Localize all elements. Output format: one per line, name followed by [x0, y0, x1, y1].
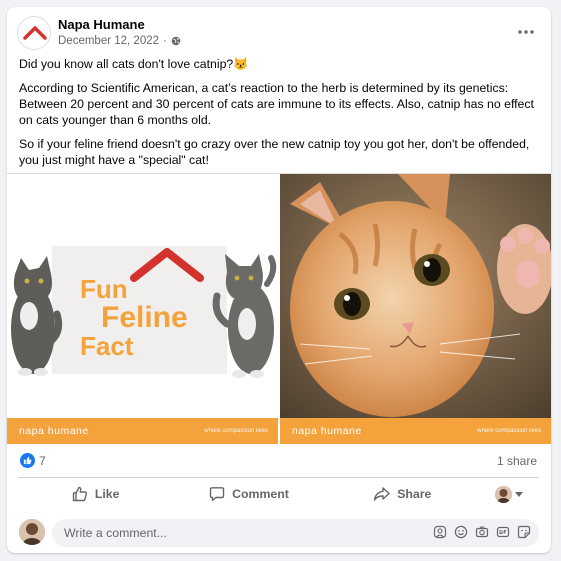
share-button[interactable]: Share: [326, 479, 479, 509]
post-text: Did you know all cats don't love catnip?…: [19, 56, 539, 176]
brand-tagline: where compassion lives: [477, 428, 541, 434]
comment-button[interactable]: Comment: [172, 479, 325, 509]
thumbs-up-outline-icon: [72, 486, 87, 502]
globe-icon[interactable]: [171, 36, 181, 46]
comment-label: Comment: [232, 487, 289, 501]
like-button[interactable]: Like: [19, 479, 172, 509]
share-count[interactable]: 1 share: [497, 454, 537, 468]
avatar-sticker-icon[interactable]: [433, 525, 447, 539]
fun-text: Fun: [80, 274, 128, 304]
post-date[interactable]: December 12, 2022: [58, 35, 159, 47]
post-paragraph: According to Scientific American, a cat’…: [19, 81, 534, 127]
comment-bubble-icon: [209, 487, 225, 501]
post-header: Napa Humane December 12, 2022 ·: [7, 7, 551, 59]
audience-selector[interactable]: [479, 479, 539, 509]
gif-icon[interactable]: [496, 525, 510, 539]
brand-name: napa humane: [292, 425, 362, 437]
feline-text: Feline: [101, 301, 188, 334]
sticker-icon[interactable]: [517, 525, 531, 539]
action-bar: Like Comment Share: [19, 479, 539, 509]
like-label: Like: [94, 487, 120, 501]
thumbs-up-icon: [23, 456, 32, 465]
comment-composer: [19, 519, 539, 547]
profile-photo-icon: [494, 485, 512, 503]
post-meta: December 12, 2022 ·: [58, 35, 181, 47]
emoji-icon[interactable]: [454, 525, 468, 539]
post-paragraph: Did you know all cats don't love catnip?…: [19, 57, 249, 71]
comment-box: [52, 519, 539, 547]
current-user-avatar[interactable]: [19, 519, 45, 545]
caret-down-icon: [514, 491, 523, 497]
post-card: Napa Humane December 12, 2022 · Did you …: [7, 7, 551, 553]
napa-humane-logo-icon: [23, 26, 47, 40]
orange-kitten-photo[interactable]: napa humane where compassion lives: [280, 174, 551, 444]
page-avatar[interactable]: [17, 16, 51, 50]
photo-grid: Fun Feline Fact napa humane where compas…: [7, 173, 551, 444]
divider: [19, 477, 539, 478]
share-label: Share: [397, 487, 432, 501]
fun-feline-fact-graphic: [11, 246, 277, 378]
brand-tagline: where compassion lives: [204, 428, 268, 434]
like-reaction-badge[interactable]: [20, 453, 35, 468]
brand-band: napa humane where compassion lives: [7, 418, 278, 444]
camera-icon[interactable]: [475, 525, 489, 539]
more-dots-icon: [518, 30, 534, 34]
share-arrow-icon: [374, 487, 390, 501]
comment-input[interactable]: [64, 519, 414, 547]
meta-separator: ·: [163, 35, 167, 47]
brand-name: napa humane: [19, 425, 89, 437]
post-paragraph: So if your feline friend doesn't go craz…: [19, 137, 530, 167]
fact-text: Fact: [80, 331, 134, 361]
like-count[interactable]: 7: [39, 454, 46, 468]
user-photo-icon: [19, 519, 45, 545]
more-options-button[interactable]: [515, 21, 537, 43]
page-name-link[interactable]: Napa Humane: [58, 17, 145, 32]
brand-band: napa humane where compassion lives: [280, 418, 551, 444]
profile-avatar: [494, 485, 512, 503]
fun-feline-fact-photo[interactable]: Fun Feline Fact napa humane where compas…: [7, 174, 278, 444]
comment-tools: [433, 525, 531, 539]
post-stats: 7 1 share: [7, 447, 551, 475]
orange-kitten-image: [280, 174, 551, 418]
gray-cat-left-icon: [11, 256, 63, 376]
